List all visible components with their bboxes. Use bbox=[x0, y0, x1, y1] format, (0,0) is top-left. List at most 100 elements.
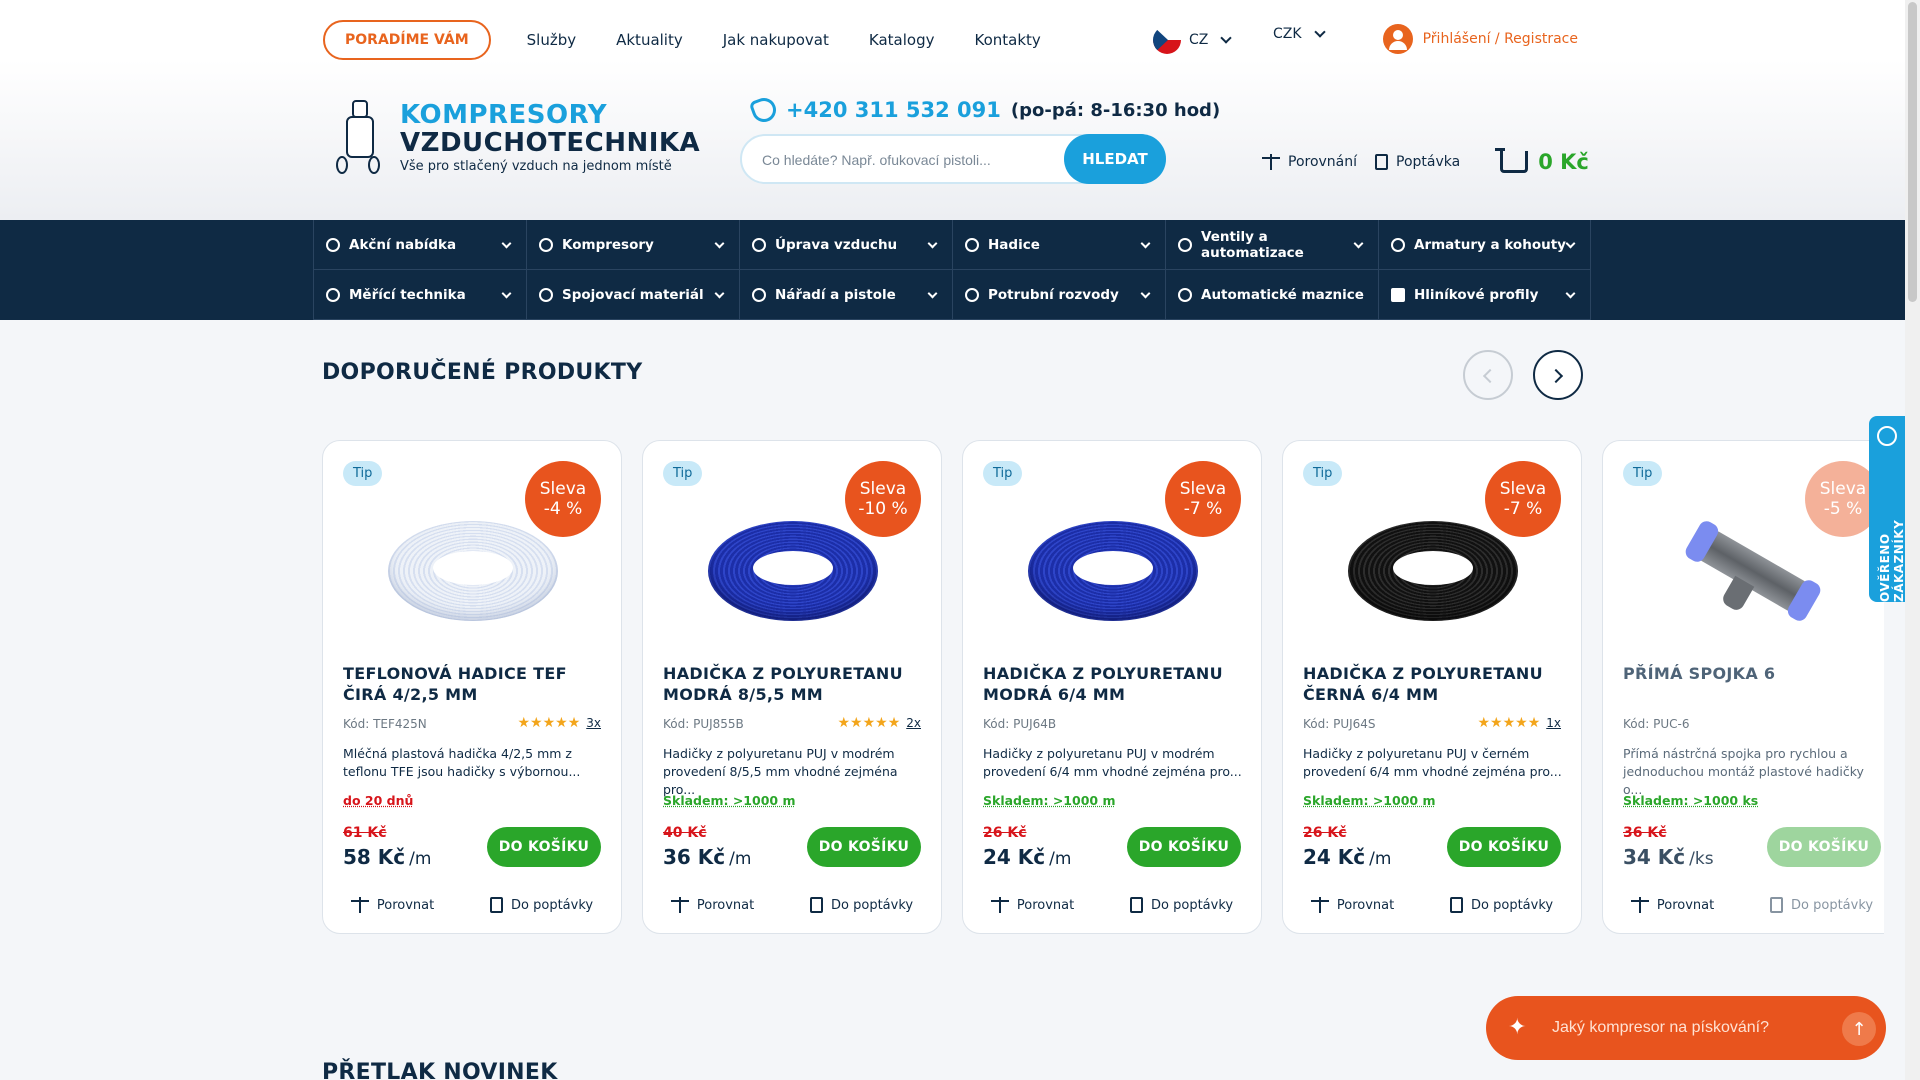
category-label: Ventily a automatizace bbox=[1201, 228, 1304, 261]
compare-link[interactable]: Porovnání bbox=[1262, 154, 1357, 170]
compare-link[interactable]: Porovnat bbox=[350, 897, 434, 913]
category-label: Armatury a kohouty bbox=[1414, 236, 1566, 253]
category-label: Potrubní rozvody bbox=[988, 286, 1119, 303]
compare-link[interactable]: Porovnat bbox=[1310, 897, 1394, 913]
compare-link[interactable]: Porovnat bbox=[990, 897, 1074, 913]
nav-catalogs[interactable]: Katalogy bbox=[869, 31, 935, 49]
chevron-down-icon bbox=[1565, 238, 1576, 249]
scale-icon bbox=[990, 897, 1009, 913]
send-arrow-icon[interactable]: ↑ bbox=[1842, 1012, 1876, 1046]
compare-link[interactable]: Porovnat bbox=[1630, 897, 1714, 913]
product-card[interactable]: Tip Sleva -10 % HADIČKA Z POLYURETANU MOD… bbox=[642, 440, 942, 934]
phone-contact[interactable]: +420 311 532 091 (po-pá: 8-16:30 hod) bbox=[748, 94, 1220, 126]
ai-chat-bar[interactable]: ✦ Jaký kompresor na pískování? ↑ bbox=[1486, 996, 1886, 1060]
category-ventily[interactable]: Ventily a automatizace bbox=[1165, 220, 1378, 270]
product-image[interactable] bbox=[1663, 501, 1843, 641]
inquiry-link[interactable]: Poptávka bbox=[1375, 154, 1460, 170]
category-label: Úprava vzduchu bbox=[775, 236, 898, 253]
category-hadice[interactable]: Hadice bbox=[952, 220, 1165, 270]
chevron-down-icon bbox=[1313, 26, 1326, 38]
availability[interactable]: Skladem: >1000 m bbox=[663, 793, 795, 808]
currency-selector[interactable]: CZK bbox=[1273, 26, 1326, 42]
product-card[interactable]: Tip Sleva -7 % HADIČKA Z POLYURETANU MODR… bbox=[962, 440, 1262, 934]
review-count[interactable]: 2x bbox=[906, 716, 921, 730]
compare-link[interactable]: Porovnat bbox=[670, 897, 754, 913]
add-to-inquiry-link[interactable]: Do poptávky bbox=[810, 897, 913, 913]
category-automaticke-maznice[interactable]: Automatické maznice bbox=[1165, 270, 1378, 320]
availability[interactable]: Skladem: >1000 m bbox=[983, 793, 1115, 808]
product-code: Kód: PUJ855B bbox=[663, 717, 744, 731]
category-merici-technika[interactable]: Měřící technika bbox=[313, 270, 526, 320]
category-hlinikove-profily[interactable]: Hliníkové profily bbox=[1378, 270, 1591, 320]
category-kompresory[interactable]: Kompresory bbox=[526, 220, 739, 270]
product-name[interactable]: HADIČKA Z POLYURETANU MODRÁ 6/4 MM bbox=[983, 663, 1248, 705]
review-count[interactable]: 1x bbox=[1546, 716, 1561, 730]
chat-input[interactable]: Jaký kompresor na pískování? bbox=[1552, 1019, 1769, 1037]
product-name[interactable]: PŘÍMÁ SPOJKA 6 bbox=[1623, 663, 1884, 684]
product-card[interactable]: Tip Sleva -7 % HADIČKA Z POLYURETANU ČERN… bbox=[1282, 440, 1582, 934]
add-to-inquiry-link[interactable]: Do poptávky bbox=[490, 897, 593, 913]
product-name[interactable]: HADIČKA Z POLYURETANU MODRÁ 8/5,5 MM bbox=[663, 663, 928, 705]
search-button[interactable]: HLEDAT bbox=[1064, 134, 1166, 184]
sparkle-icon: ✦ bbox=[1508, 1015, 1527, 1040]
product-name[interactable]: TEFLONOVÁ HADICE TEF ČIRÁ 4/2,5 MM bbox=[343, 663, 608, 705]
add-to-inquiry-link[interactable]: Do poptávky bbox=[1770, 897, 1873, 913]
category-naradi-pistole[interactable]: Nářadí a pistole bbox=[739, 270, 952, 320]
category-spojovaci-material[interactable]: Spojovací materiál bbox=[526, 270, 739, 320]
category-uprava-vzduchu[interactable]: Úprava vzduchu bbox=[739, 220, 952, 270]
language-selector[interactable]: CZ bbox=[1153, 26, 1233, 54]
nav-contacts[interactable]: Kontakty bbox=[974, 31, 1040, 49]
product-image[interactable] bbox=[383, 501, 563, 641]
tag-icon bbox=[326, 237, 340, 252]
category-label: Hadice bbox=[988, 236, 1040, 253]
product-card[interactable]: Tip Sleva -4 % TEFLONOVÁ HADICE TEF ČIRÁ … bbox=[322, 440, 622, 934]
cart-total: 0 Kč bbox=[1538, 150, 1589, 174]
nav-news[interactable]: Aktuality bbox=[616, 31, 683, 49]
tip-badge: Tip bbox=[663, 461, 703, 486]
search-input[interactable] bbox=[762, 148, 1062, 172]
chevron-down-icon bbox=[1565, 288, 1576, 299]
star-icon: ★★★★★ bbox=[1477, 715, 1541, 731]
category-akcni-nabidka[interactable]: Akční nabídka bbox=[313, 220, 526, 270]
review-count[interactable]: 3x bbox=[586, 716, 601, 730]
add-to-cart-button[interactable]: DO KOŠÍKU bbox=[487, 827, 601, 867]
logo-tagline: Vše pro stlačený vzduch na jednom místě bbox=[400, 158, 672, 174]
add-to-cart-button[interactable]: DO KOŠÍKU bbox=[1447, 827, 1561, 867]
advise-button[interactable]: PORADÍME VÁM bbox=[323, 20, 491, 60]
slider-prev-button[interactable] bbox=[1463, 350, 1513, 400]
profile-icon bbox=[1391, 287, 1405, 302]
logo[interactable]: KOMPRESORY VZDUCHOTECHNIKA Vše pro stlač… bbox=[330, 96, 700, 178]
product-name[interactable]: HADIČKA Z POLYURETANU ČERNÁ 6/4 MM bbox=[1303, 663, 1568, 705]
product-description: Hadičky z polyuretanu PUJ v modrém prove… bbox=[983, 746, 1242, 779]
chevron-down-icon bbox=[714, 288, 725, 299]
cart-button[interactable]: 0 Kč bbox=[1495, 148, 1589, 174]
product-image[interactable] bbox=[703, 501, 883, 641]
product-image[interactable] bbox=[1343, 501, 1523, 641]
document-icon bbox=[1375, 154, 1389, 170]
slider-next-button[interactable] bbox=[1533, 350, 1583, 400]
rating: ★★★★★ 1x bbox=[1477, 715, 1561, 731]
scrollbar-thumb[interactable] bbox=[1908, 2, 1917, 302]
add-to-cart-button[interactable]: DO KOŠÍKU bbox=[807, 827, 921, 867]
add-to-cart-button[interactable]: DO KOŠÍKU bbox=[1127, 827, 1241, 867]
add-to-inquiry-link[interactable]: Do poptávky bbox=[1130, 897, 1233, 913]
category-armatury[interactable]: Armatury a kohouty bbox=[1378, 220, 1591, 270]
availability[interactable]: Skladem: >1000 m bbox=[1303, 793, 1435, 808]
availability[interactable]: do 20 dnů bbox=[343, 793, 413, 808]
page-scrollbar[interactable] bbox=[1905, 0, 1920, 1080]
nav-how-to-buy[interactable]: Jak nakupovat bbox=[723, 31, 829, 49]
nav-services[interactable]: Služby bbox=[527, 31, 576, 49]
availability[interactable]: Skladem: >1000 ks bbox=[1623, 793, 1758, 808]
category-potrubni-rozvody[interactable]: Potrubní rozvody bbox=[952, 270, 1165, 320]
valve-icon bbox=[1178, 237, 1192, 252]
product-card[interactable]: Tip Sleva -5 % PŘÍMÁ SPOJKA 6 Kód: PUC-6 … bbox=[1602, 440, 1884, 934]
add-to-inquiry-link[interactable]: Do poptávky bbox=[1450, 897, 1553, 913]
chevron-down-icon bbox=[714, 238, 725, 249]
product-code: Kód: PUC-6 bbox=[1623, 717, 1690, 731]
add-to-cart-button[interactable]: DO KOŠÍKU bbox=[1767, 827, 1881, 867]
chevron-down-icon bbox=[501, 288, 512, 299]
product-image[interactable] bbox=[1023, 501, 1203, 641]
login-link[interactable]: Přihlášení / Registrace bbox=[1382, 24, 1578, 54]
login-label: Přihlášení / Registrace bbox=[1422, 31, 1578, 47]
verified-by-customers-tab[interactable]: OVĚŘENO ZÁKAZNÍKY bbox=[1869, 416, 1906, 602]
